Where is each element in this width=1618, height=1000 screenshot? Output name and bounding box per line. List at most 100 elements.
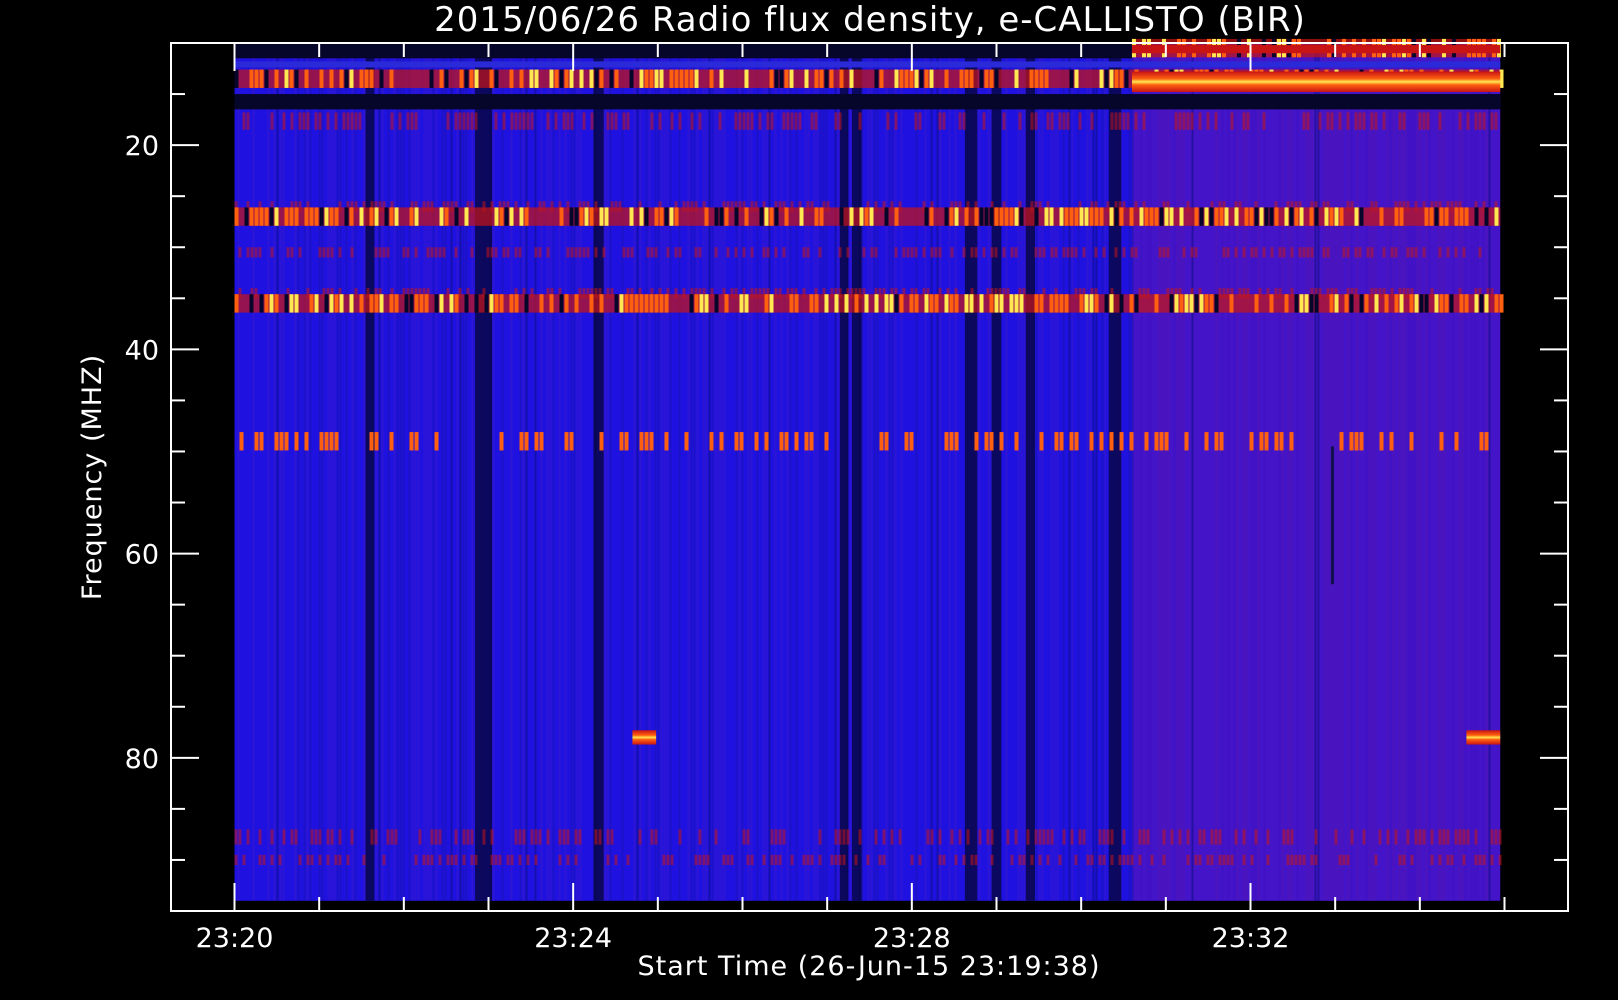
noise-cell: [1302, 854, 1306, 866]
band-cell: [509, 69, 514, 88]
noise-cell: [1374, 112, 1378, 130]
noise-cell: [650, 247, 654, 258]
noise-cell: [526, 112, 530, 130]
noise-cell: [394, 829, 398, 845]
noise-cell: [1110, 854, 1114, 866]
noise-cell: [898, 829, 902, 845]
noise-cell: [742, 829, 746, 845]
noise-cell: [446, 112, 450, 130]
texture-column: [1461, 43, 1464, 901]
band-cell: [529, 69, 534, 88]
noise-cell: [286, 247, 290, 258]
noise-cell: [842, 854, 846, 866]
noise-cell: [1074, 247, 1078, 258]
texture-column: [408, 43, 411, 901]
noise-cell: [1102, 854, 1106, 866]
band-cell: [1464, 294, 1469, 313]
band-cell: [689, 294, 694, 313]
band-cell: [1429, 207, 1434, 226]
band-cell: [1439, 207, 1444, 226]
noise-cell: [1178, 829, 1182, 845]
texture-column: [1296, 43, 1299, 901]
band-cell: [389, 294, 394, 313]
noise-cell: [1490, 829, 1494, 845]
noise-cell: [438, 829, 442, 845]
texture-column: [1443, 43, 1446, 901]
band-cell: [964, 294, 969, 313]
noise-cell: [1298, 854, 1302, 866]
band-cell: [1089, 432, 1094, 451]
band-cell: [464, 207, 469, 226]
noise-cell: [1082, 829, 1086, 845]
texture-column: [978, 43, 981, 901]
noise-cell: [1002, 247, 1006, 258]
noise-cell: [698, 112, 702, 130]
noise-cell: [458, 112, 462, 130]
noise-cell: [778, 854, 782, 866]
band-cell: [609, 69, 614, 88]
band-cell: [999, 294, 1004, 313]
rfi-band: [234, 207, 1501, 226]
noise-cell: [638, 829, 642, 845]
noise-cell: [486, 247, 490, 258]
noise-cell: [310, 854, 314, 866]
band-cell: [789, 69, 794, 88]
noise-cell: [1058, 112, 1062, 130]
noise-cell: [870, 247, 874, 258]
noise-cell: [518, 854, 522, 866]
noise-cell: [314, 112, 318, 130]
noise-cell: [622, 112, 626, 130]
noise-cell: [646, 247, 650, 258]
noise-cell: [666, 247, 670, 258]
noise-cell: [282, 112, 286, 130]
band-cell: [1324, 207, 1329, 226]
band-cell: [1299, 207, 1304, 226]
texture-column: [417, 43, 420, 901]
noise-cell: [270, 854, 274, 866]
band-cell: [904, 69, 909, 88]
noise-cell: [1410, 247, 1414, 258]
noise-cell: [1338, 854, 1342, 866]
noise-cell: [782, 829, 786, 845]
band-cell: [1049, 207, 1054, 226]
noise-cell: [1402, 112, 1406, 130]
band-cell: [599, 69, 604, 88]
band-cell: [424, 294, 429, 313]
band-cell: [974, 207, 979, 226]
band-cell: [1494, 207, 1499, 226]
band-cell: [964, 207, 969, 226]
texture-column: [1482, 43, 1485, 901]
band-cell: [1009, 207, 1014, 226]
noise-cell: [762, 247, 766, 258]
texture-column: [819, 43, 822, 901]
texture-column: [1368, 43, 1371, 901]
noise-cell: [1130, 854, 1134, 866]
texture-column: [1314, 43, 1317, 901]
texture-column: [1311, 43, 1314, 901]
texture-column: [900, 43, 903, 901]
noise-cell: [1190, 112, 1194, 130]
noise-cell: [1286, 829, 1290, 845]
band-cell: [1204, 207, 1209, 226]
noise-cell: [806, 247, 810, 258]
noise-cell: [474, 112, 478, 130]
noise-cell: [494, 247, 498, 258]
texture-column: [1389, 43, 1392, 901]
texture-column: [1401, 43, 1404, 901]
texture-column: [1149, 43, 1152, 901]
band-cell: [689, 69, 694, 88]
band-cell: [1169, 294, 1174, 313]
band-cell: [1359, 432, 1364, 451]
noise-cell: [726, 854, 730, 866]
texture-column: [1356, 43, 1359, 901]
texture-column: [1158, 43, 1161, 901]
noise-cell: [346, 854, 350, 866]
band-cell: [999, 207, 1004, 226]
noise-cell: [578, 829, 582, 845]
band-cell: [719, 207, 724, 226]
band-cell: [809, 294, 814, 313]
band-cell: [1439, 294, 1444, 313]
band-cell: [559, 294, 564, 313]
noise-cell: [1430, 829, 1434, 845]
noise-cell: [510, 112, 514, 130]
